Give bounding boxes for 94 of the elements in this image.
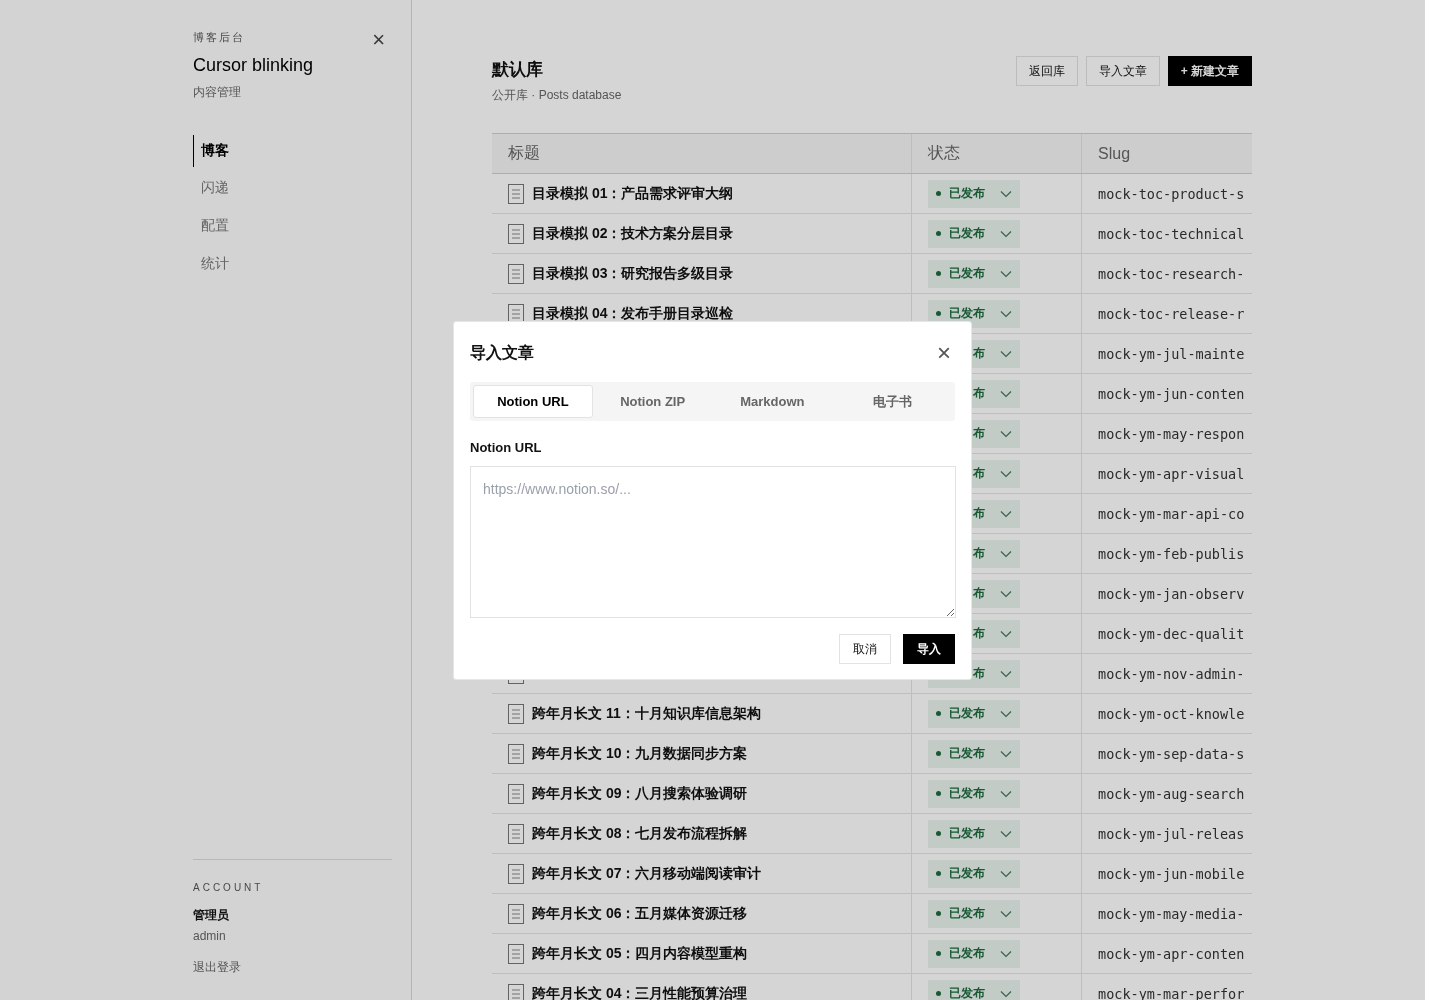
app-eyebrow: 博客后台 <box>193 30 246 45</box>
chevron-icon <box>1000 429 1012 438</box>
close-button[interactable]: × <box>933 341 955 365</box>
slug-text: mock-ym-jan-observ <box>1098 585 1245 602</box>
status-dropdown[interactable]: 已发布 <box>928 259 1020 288</box>
page-subtitle: 公开库 · Posts database <box>492 87 622 104</box>
page-title: 默认库 <box>492 59 544 81</box>
slug-text: mock-ym-may-respon <box>1098 425 1245 442</box>
chevron-icon <box>1000 309 1012 318</box>
status-dropdown[interactable]: 已发布 <box>928 739 1020 768</box>
post-title[interactable]: 跨年月长文 07：六月移动端阅读审计 <box>532 864 762 883</box>
slug-text: mock-ym-jun-conten <box>1098 385 1245 402</box>
slug-text: mock-ym-sep-data-s <box>1098 745 1245 762</box>
post-title[interactable]: 跨年月长文 10：九月数据同步方案 <box>532 744 748 763</box>
dialog-title: 导入文章 <box>470 342 534 363</box>
close-button[interactable]: × <box>366 28 391 52</box>
header-button[interactable]: 导入文章 <box>1085 56 1160 86</box>
slug-text: mock-ym-dec-qualit <box>1098 625 1245 642</box>
status-dropdown[interactable]: 已发布 <box>928 699 1020 728</box>
post-title[interactable]: 跨年月长文 09：八月搜索体验调研 <box>532 784 748 803</box>
chevron-icon <box>1000 229 1012 238</box>
chevron-icon <box>1000 589 1012 598</box>
column-header: 标题 <box>507 143 541 163</box>
slug-text: mock-ym-jul-mainte <box>1098 345 1245 362</box>
chevron-icon <box>1000 269 1012 278</box>
chevron-icon <box>1000 709 1012 718</box>
import-button[interactable]: 导入 <box>903 634 955 664</box>
account-heading: ACCOUNT <box>193 882 265 893</box>
chevron-icon <box>1000 789 1012 798</box>
chevron-icon <box>1000 669 1012 678</box>
column-header: 状态 <box>911 134 1081 173</box>
status-dropdown[interactable]: 已发布 <box>928 819 1020 848</box>
status-dropdown[interactable]: 已发布 <box>928 219 1020 248</box>
chevron-icon <box>1000 469 1012 478</box>
post-title[interactable]: 跨年月长文 05：四月内容模型重构 <box>532 944 748 963</box>
slug-text: mock-ym-apr-conten <box>1098 945 1245 962</box>
post-title[interactable]: 跨年月长文 11：十月知识库信息架构 <box>532 704 761 723</box>
post-title[interactable]: 目录模拟 02：技术方案分层目录 <box>532 224 734 243</box>
post-title[interactable]: 跨年月长文 06：五月媒体资源迁移 <box>532 904 748 923</box>
tab[interactable]: Notion URL <box>473 385 593 418</box>
slug-text: mock-ym-may-media- <box>1098 905 1245 922</box>
post-title[interactable]: 跨年月长文 04：三月性能预算治理 <box>532 984 748 1000</box>
status-dropdown[interactable]: 已发布 <box>928 179 1020 208</box>
site-subtitle: 内容管理 <box>193 84 242 101</box>
status-dropdown[interactable]: 已发布 <box>928 859 1020 888</box>
header-button[interactable]: 返回库 <box>1015 56 1078 86</box>
user-handle: admin <box>193 929 227 943</box>
chevron-icon <box>1000 829 1012 838</box>
chevron-icon <box>1000 949 1012 958</box>
chevron-icon <box>1000 749 1012 758</box>
status-dropdown[interactable]: 已发布 <box>928 899 1020 928</box>
nav-item[interactable]: 闪递 <box>193 171 261 205</box>
slug-text: mock-ym-feb-publis <box>1098 545 1245 562</box>
slug-text: mock-toc-product-s <box>1098 185 1245 202</box>
slug-text: mock-ym-jun-mobile <box>1098 865 1245 882</box>
slug-text: mock-ym-oct-knowle <box>1098 705 1245 722</box>
status-dropdown[interactable]: 已发布 <box>928 979 1020 1000</box>
chevron-icon <box>1000 909 1012 918</box>
chevron-icon <box>1000 989 1012 998</box>
new-post-button[interactable]: + 新建文章 <box>1167 56 1252 86</box>
logout-link[interactable]: 退出登录 <box>193 959 392 976</box>
slug-text: mock-ym-apr-visual <box>1098 465 1245 482</box>
url-field[interactable]: https://www.notion.so/... <box>470 466 956 618</box>
nav-item[interactable]: 统计 <box>193 247 261 281</box>
post-title[interactable]: 跨年月长文 08：七月发布流程拆解 <box>532 824 748 843</box>
nav-item[interactable]: 博客 <box>193 135 261 167</box>
status-dropdown[interactable]: 已发布 <box>928 779 1020 808</box>
slug-text: mock-ym-jul-releas <box>1098 825 1245 842</box>
post-title[interactable]: 目录模拟 03：研究报告多级目录 <box>532 264 734 283</box>
post-title[interactable]: 目录模拟 04：发布手册目录巡检 <box>532 304 734 323</box>
slug-text: mock-ym-mar-api-co <box>1098 505 1245 522</box>
field-label: Notion URL <box>470 440 543 455</box>
slug-text: mock-ym-aug-search <box>1098 785 1245 802</box>
cancel-button[interactable]: 取消 <box>839 634 891 664</box>
slug-text: mock-toc-technical <box>1098 225 1245 242</box>
tab[interactable]: Notion ZIP <box>592 385 713 418</box>
status-dropdown[interactable]: 已发布 <box>928 299 1020 328</box>
chevron-icon <box>1000 549 1012 558</box>
chevron-icon <box>1000 509 1012 518</box>
chevron-icon <box>1000 629 1012 638</box>
status-dropdown[interactable]: 已发布 <box>928 939 1020 968</box>
chevron-icon <box>1000 189 1012 198</box>
site-title: Cursor blinking <box>193 55 314 76</box>
chevron-icon <box>1000 869 1012 878</box>
post-title[interactable]: 目录模拟 01：产品需求评审大纲 <box>532 184 734 203</box>
nav-item[interactable]: 配置 <box>193 209 261 243</box>
tab[interactable]: Markdown <box>712 385 833 418</box>
slug-text: mock-toc-release-r <box>1098 305 1245 322</box>
user-name: 管理员 <box>193 907 230 924</box>
slug-text: mock-toc-research- <box>1098 265 1245 282</box>
slug-text: mock-ym-nov-admin- <box>1098 665 1245 682</box>
chevron-icon <box>1000 349 1012 358</box>
chevron-icon <box>1000 389 1012 398</box>
column-header: Slug <box>1081 134 1252 173</box>
